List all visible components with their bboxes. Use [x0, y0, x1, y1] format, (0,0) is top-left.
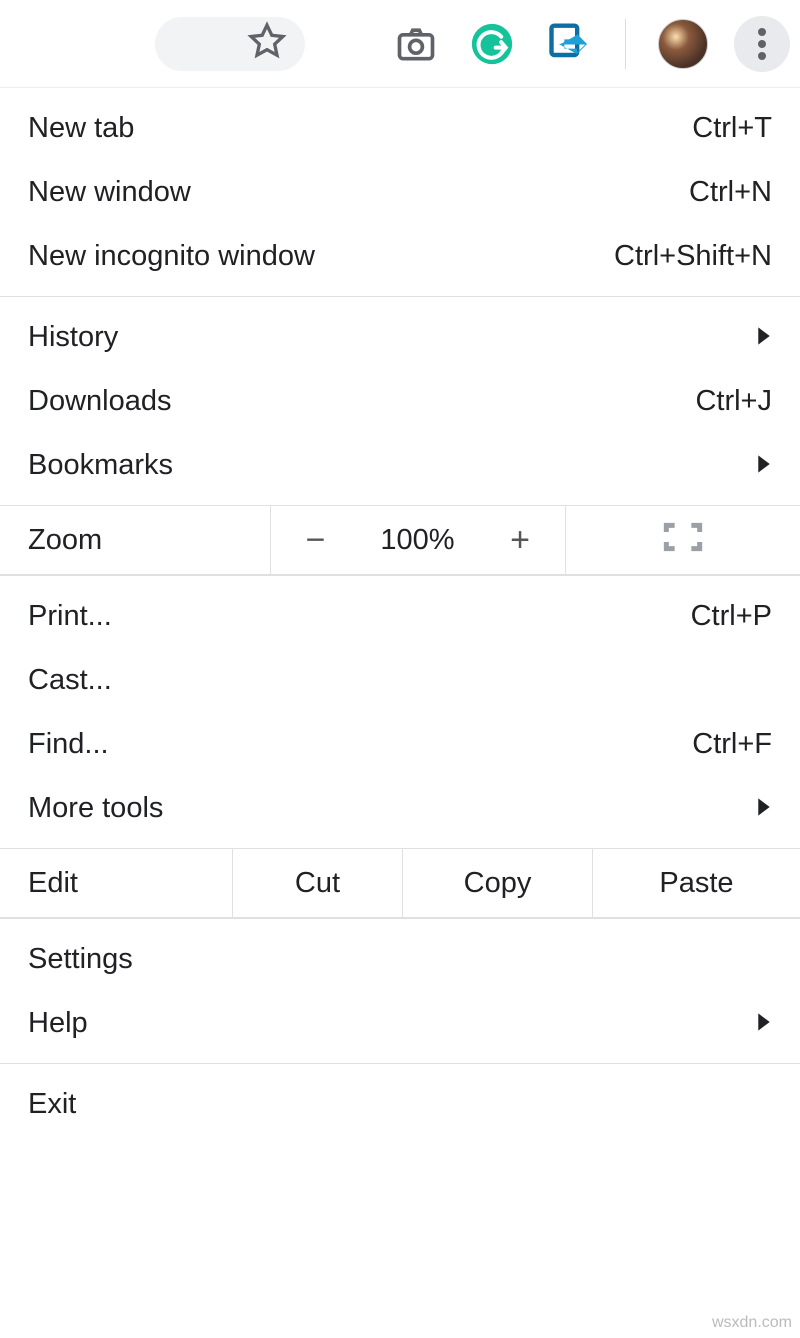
menu-bookmarks[interactable]: Bookmarks	[0, 433, 800, 497]
grammarly-icon[interactable]	[467, 19, 517, 69]
menu-new-incognito[interactable]: New incognito window Ctrl+Shift+N	[0, 224, 800, 288]
menu-label: Exit	[28, 1090, 772, 1119]
browser-toolbar	[0, 0, 800, 88]
zoom-value: 100%	[360, 506, 475, 574]
menu-shortcut: Ctrl+Shift+N	[614, 242, 772, 271]
menu-label: History	[28, 323, 756, 352]
menu-new-window[interactable]: New window Ctrl+N	[0, 160, 800, 224]
fullscreen-button[interactable]	[565, 506, 800, 574]
zoom-in-button[interactable]: +	[475, 506, 565, 574]
bookmark-star-icon[interactable]	[247, 21, 287, 66]
menu-label: Help	[28, 1009, 756, 1038]
chrome-main-menu: New tab Ctrl+T New window Ctrl+N New inc…	[0, 88, 800, 1144]
menu-zoom-row: Zoom − 100% +	[0, 505, 800, 575]
menu-label: Print...	[28, 602, 691, 631]
menu-new-tab[interactable]: New tab Ctrl+T	[0, 96, 800, 160]
menu-exit[interactable]: Exit	[0, 1072, 800, 1136]
edit-paste-button[interactable]: Paste	[592, 849, 800, 917]
menu-help[interactable]: Help	[0, 991, 800, 1055]
menu-shortcut: Ctrl+T	[692, 114, 772, 143]
share-export-icon[interactable]	[543, 19, 593, 69]
menu-label: Cast...	[28, 666, 772, 695]
chevron-right-icon	[756, 794, 772, 823]
menu-shortcut: Ctrl+P	[691, 602, 772, 631]
chrome-menu-button[interactable]	[734, 16, 790, 72]
menu-label: Downloads	[28, 387, 695, 416]
zoom-label: Zoom	[0, 506, 270, 574]
menu-settings[interactable]: Settings	[0, 927, 800, 991]
menu-shortcut: Ctrl+J	[695, 387, 772, 416]
menu-label: Settings	[28, 945, 772, 974]
menu-edit-row: Edit Cut Copy Paste	[0, 848, 800, 918]
menu-find[interactable]: Find... Ctrl+F	[0, 712, 800, 776]
camera-icon[interactable]	[391, 19, 441, 69]
menu-history[interactable]: History	[0, 305, 800, 369]
menu-label: New incognito window	[28, 242, 614, 271]
address-bar-right	[155, 17, 305, 71]
menu-label: More tools	[28, 794, 756, 823]
zoom-out-button[interactable]: −	[270, 506, 360, 574]
profile-avatar[interactable]	[658, 19, 708, 69]
chevron-right-icon	[756, 323, 772, 352]
watermark-text: wsxdn.com	[712, 1314, 792, 1332]
toolbar-separator	[625, 19, 626, 69]
menu-label: New tab	[28, 114, 692, 143]
menu-shortcut: Ctrl+N	[689, 178, 772, 207]
menu-label: Bookmarks	[28, 451, 756, 480]
chevron-right-icon	[756, 1009, 772, 1038]
menu-downloads[interactable]: Downloads Ctrl+J	[0, 369, 800, 433]
menu-more-tools[interactable]: More tools	[0, 776, 800, 840]
fullscreen-icon	[663, 521, 703, 559]
menu-cast[interactable]: Cast...	[0, 648, 800, 712]
edit-label: Edit	[0, 849, 232, 917]
menu-label: Find...	[28, 730, 692, 759]
menu-label: New window	[28, 178, 689, 207]
chevron-right-icon	[756, 451, 772, 480]
edit-cut-button[interactable]: Cut	[232, 849, 402, 917]
menu-shortcut: Ctrl+F	[692, 730, 772, 759]
edit-copy-button[interactable]: Copy	[402, 849, 592, 917]
menu-print[interactable]: Print... Ctrl+P	[0, 584, 800, 648]
